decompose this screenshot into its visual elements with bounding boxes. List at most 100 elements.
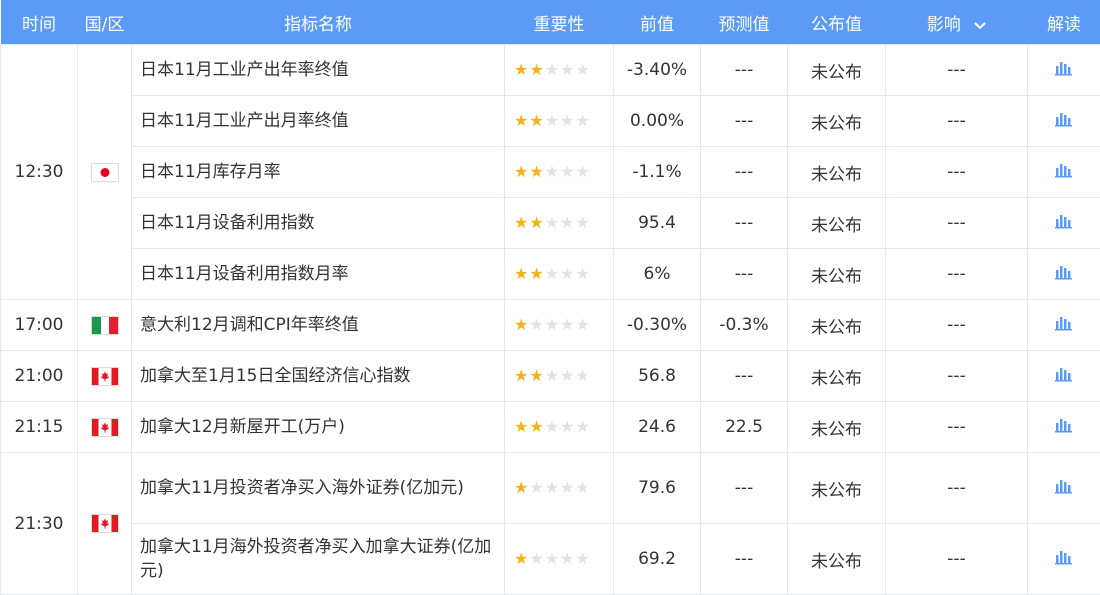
header-influence-dropdown[interactable]: 影响 bbox=[886, 0, 1028, 45]
star-icon: ★ bbox=[514, 366, 529, 385]
forecast-value: --- bbox=[701, 524, 788, 595]
importance-cell: ★★★★★ bbox=[505, 45, 614, 96]
star-icon: ★ bbox=[560, 417, 575, 436]
influence-value: --- bbox=[886, 45, 1028, 96]
star-icon: ★ bbox=[575, 549, 590, 568]
indicator-name[interactable]: 日本11月工业产出月率终值 bbox=[132, 96, 505, 147]
indicator-name[interactable]: 加拿大11月投资者净买入海外证券(亿加元) bbox=[132, 453, 505, 524]
table-row: 21:30加拿大11月投资者净买入海外证券(亿加元)★★★★★79.6---未公… bbox=[1, 453, 1100, 524]
star-icon: ★ bbox=[529, 478, 544, 497]
table-row: 加拿大11月海外投资者净买入加拿大证券(亿加元)★★★★★69.2---未公布-… bbox=[1, 524, 1100, 595]
interpret-cell bbox=[1028, 351, 1100, 402]
bar-chart-icon[interactable] bbox=[1055, 213, 1073, 234]
importance-cell: ★★★★★ bbox=[505, 453, 614, 524]
interpret-cell bbox=[1028, 300, 1100, 351]
table-row: 12:30日本11月工业产出年率终值★★★★★-3.40%---未公布--- bbox=[1, 45, 1100, 96]
actual-value: 未公布 bbox=[788, 453, 886, 524]
star-icon: ★ bbox=[514, 478, 529, 497]
star-icon: ★ bbox=[514, 60, 529, 79]
star-icon: ★ bbox=[560, 549, 575, 568]
star-icon: ★ bbox=[514, 264, 529, 283]
star-icon: ★ bbox=[514, 162, 529, 181]
forecast-value: --- bbox=[701, 96, 788, 147]
table-header-row: 时间 国/区 指标名称 重要性 前值 预测值 公布值 影响 解读 bbox=[1, 0, 1100, 45]
indicator-name[interactable]: 日本11月设备利用指数月率 bbox=[132, 249, 505, 300]
bar-chart-icon[interactable] bbox=[1055, 549, 1073, 570]
country-cell bbox=[78, 402, 132, 453]
influence-value: --- bbox=[886, 249, 1028, 300]
previous-value: -0.30% bbox=[614, 300, 701, 351]
canada-flag-icon bbox=[91, 367, 119, 386]
table-row: 21:15加拿大12月新屋开工(万户)★★★★★24.622.5未公布--- bbox=[1, 402, 1100, 453]
star-icon: ★ bbox=[545, 111, 560, 130]
actual-value: 未公布 bbox=[788, 249, 886, 300]
header-name: 指标名称 bbox=[132, 0, 505, 45]
star-icon: ★ bbox=[545, 315, 560, 334]
table-row: 日本11月工业产出月率终值★★★★★0.00%---未公布--- bbox=[1, 96, 1100, 147]
actual-value: 未公布 bbox=[788, 96, 886, 147]
importance-stars: ★★★★★ bbox=[514, 60, 604, 79]
importance-cell: ★★★★★ bbox=[505, 402, 614, 453]
star-icon: ★ bbox=[529, 162, 544, 181]
header-interpret: 解读 bbox=[1028, 0, 1100, 45]
previous-value: 6% bbox=[614, 249, 701, 300]
country-cell bbox=[78, 300, 132, 351]
interpret-cell bbox=[1028, 402, 1100, 453]
star-icon: ★ bbox=[575, 213, 590, 232]
star-icon: ★ bbox=[575, 264, 590, 283]
indicator-name[interactable]: 加拿大至1月15日全国经济信心指数 bbox=[132, 351, 505, 402]
previous-value: -3.40% bbox=[614, 45, 701, 96]
indicator-name[interactable]: 日本11月库存月率 bbox=[132, 147, 505, 198]
country-cell bbox=[78, 453, 132, 595]
bar-chart-icon[interactable] bbox=[1055, 478, 1073, 499]
star-icon: ★ bbox=[514, 213, 529, 232]
forecast-value: --- bbox=[701, 351, 788, 402]
star-icon: ★ bbox=[575, 315, 590, 334]
indicator-name[interactable]: 日本11月设备利用指数 bbox=[132, 198, 505, 249]
star-icon: ★ bbox=[560, 213, 575, 232]
star-icon: ★ bbox=[545, 162, 560, 181]
star-icon: ★ bbox=[575, 417, 590, 436]
header-influence-label: 影响 bbox=[927, 15, 961, 35]
star-icon: ★ bbox=[545, 213, 560, 232]
indicator-name[interactable]: 加拿大12月新屋开工(万户) bbox=[132, 402, 505, 453]
indicator-name[interactable]: 日本11月工业产出年率终值 bbox=[132, 45, 505, 96]
bar-chart-icon[interactable] bbox=[1055, 111, 1073, 132]
country-cell bbox=[78, 45, 132, 300]
italy-flag-icon bbox=[91, 316, 119, 335]
interpret-cell bbox=[1028, 453, 1100, 524]
bar-chart-icon[interactable] bbox=[1055, 366, 1073, 387]
importance-stars: ★★★★★ bbox=[514, 366, 604, 385]
economic-calendar-table: 时间 国/区 指标名称 重要性 前值 预测值 公布值 影响 解读 12:30日本… bbox=[0, 0, 1100, 595]
indicator-name[interactable]: 加拿大11月海外投资者净买入加拿大证券(亿加元) bbox=[132, 524, 505, 595]
previous-value: 69.2 bbox=[614, 524, 701, 595]
star-icon: ★ bbox=[545, 60, 560, 79]
bar-chart-icon[interactable] bbox=[1055, 417, 1073, 438]
influence-value: --- bbox=[886, 351, 1028, 402]
star-icon: ★ bbox=[545, 264, 560, 283]
interpret-cell bbox=[1028, 249, 1100, 300]
bar-chart-icon[interactable] bbox=[1055, 162, 1073, 183]
indicator-name[interactable]: 意大利12月调和CPI年率终值 bbox=[132, 300, 505, 351]
importance-cell: ★★★★★ bbox=[505, 96, 614, 147]
star-icon: ★ bbox=[529, 549, 544, 568]
star-icon: ★ bbox=[560, 111, 575, 130]
importance-stars: ★★★★★ bbox=[514, 417, 604, 436]
forecast-value: --- bbox=[701, 45, 788, 96]
influence-value: --- bbox=[886, 96, 1028, 147]
interpret-cell bbox=[1028, 147, 1100, 198]
bar-chart-icon[interactable] bbox=[1055, 315, 1073, 336]
table-row: 日本11月设备利用指数月率★★★★★6%---未公布--- bbox=[1, 249, 1100, 300]
importance-stars: ★★★★★ bbox=[514, 549, 604, 568]
table-row: 21:00加拿大至1月15日全国经济信心指数★★★★★56.8---未公布--- bbox=[1, 351, 1100, 402]
importance-stars: ★★★★★ bbox=[514, 478, 604, 497]
bar-chart-icon[interactable] bbox=[1055, 264, 1073, 285]
japan-flag-icon bbox=[91, 163, 119, 182]
star-icon: ★ bbox=[529, 264, 544, 283]
bar-chart-icon[interactable] bbox=[1055, 60, 1073, 81]
star-icon: ★ bbox=[514, 315, 529, 334]
influence-value: --- bbox=[886, 524, 1028, 595]
star-icon: ★ bbox=[575, 162, 590, 181]
star-icon: ★ bbox=[514, 549, 529, 568]
actual-value: 未公布 bbox=[788, 402, 886, 453]
